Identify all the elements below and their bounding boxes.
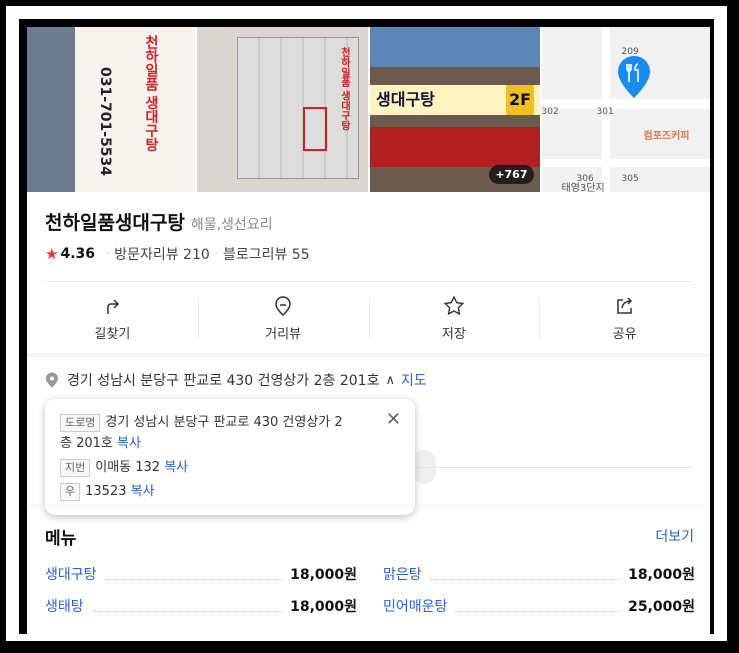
menu-leader <box>455 601 621 612</box>
photo-map-card[interactable]: 천하일품 생대구탕 <box>196 27 370 192</box>
menu-item-price: 18,000원 <box>290 599 357 615</box>
menu-item[interactable]: 생대구탕 18,000원 <box>45 563 357 585</box>
map-apt-label: 태영3단지 <box>561 183 605 192</box>
map-lot-number: 305 <box>621 174 639 184</box>
star-outline-icon <box>443 294 465 315</box>
photo-storefront[interactable]: 생대구탕 2F +767 <box>370 27 542 192</box>
streetview-label: 거리뷰 <box>265 326 302 342</box>
photo-phone-text: 031-701-5534 <box>97 67 113 177</box>
photo-minimap[interactable]: 209 302 301 306 305 컴포즈커피 태영3단지 <box>541 27 710 192</box>
menu-more-link[interactable]: 더보기 <box>655 526 694 546</box>
photo-map-highlight <box>302 107 327 151</box>
menu-item[interactable]: 맑은탕 18,000원 <box>383 563 695 585</box>
photo-edge <box>27 27 75 192</box>
zip-row: 우 13523 복사 <box>60 481 155 502</box>
menu-title: 메뉴 <box>45 529 77 549</box>
menu-item-name: 생태탕 <box>45 599 84 615</box>
jibun-text: 이매동 132 <box>95 460 161 475</box>
photo-map-sign: 천하일품 생대구탕 <box>338 47 350 131</box>
map-road <box>541 159 710 167</box>
jibun-row: 지번 이매동 132 복사 <box>60 457 188 478</box>
copy-road-button[interactable]: 복사 <box>117 436 141 451</box>
photo-banner-text: 생대구탕 2F <box>370 85 540 115</box>
map-link[interactable]: 지도 <box>401 370 427 390</box>
blog-reviews-link[interactable]: 블로그리뷰 55 <box>223 244 310 264</box>
address-text[interactable]: 경기 성남시 분당구 판교로 430 건영상가 2층 201호 <box>67 370 379 390</box>
share-icon <box>616 296 632 314</box>
separator-dot: · <box>106 248 110 260</box>
copy-jibun-button[interactable]: 복사 <box>164 460 188 475</box>
streetview-button[interactable]: 거리뷰 <box>197 287 369 349</box>
address-row: 경기 성남시 분당구 판교로 430 건영상가 2층 201호 ∧ 지도 <box>45 370 427 390</box>
rating-value: 4.36 <box>60 246 95 262</box>
menu-item-price: 18,000원 <box>290 567 357 583</box>
menu-item-price: 25,000원 <box>628 599 695 615</box>
separator-dot: · <box>214 248 218 260</box>
place-name: 천하일품생대구탕 <box>45 212 185 234</box>
rating-row: ★ 4.36 · 방문자리뷰 210 · 블로그리뷰 55 <box>45 244 310 264</box>
streetview-icon <box>275 295 291 316</box>
zip-tag: 우 <box>60 483 81 501</box>
menu-item[interactable]: 민어매운탕 25,000원 <box>383 595 695 617</box>
photo-banner-label: 생대구탕 <box>376 90 435 109</box>
section-gap <box>27 353 710 357</box>
background-line <box>417 467 692 468</box>
save-button[interactable]: 저장 <box>368 287 540 349</box>
address-popup: ✕ 도로명 경기 성남시 분당구 판교로 430 건영상가 2 층 201호 복사… <box>45 399 415 515</box>
photo-paper <box>75 27 195 192</box>
photo-floor-label: 2F <box>505 85 534 115</box>
menu-item[interactable]: 생태탕 18,000원 <box>45 595 357 617</box>
map-lot-number: 302 <box>541 107 559 117</box>
road-address-row-2: 층 201호 복사 <box>60 433 141 454</box>
photo-sky <box>370 27 540 67</box>
directions-icon <box>107 298 120 314</box>
save-label: 저장 <box>441 326 466 342</box>
divider <box>27 505 710 506</box>
road-address-row: 도로명 경기 성남시 분당구 판교로 430 건영상가 2 <box>60 412 343 433</box>
menu-item-name: 맑은탕 <box>383 567 422 583</box>
menu-leader <box>91 601 283 612</box>
directions-label: 길찾기 <box>94 326 131 342</box>
directions-button[interactable]: 길찾기 <box>27 287 198 349</box>
share-button[interactable]: 공유 <box>539 287 710 349</box>
divider <box>45 281 692 282</box>
menu-leader <box>429 569 621 580</box>
share-label: 공유 <box>612 326 637 342</box>
place-category: 해물,생선요리 <box>190 217 273 233</box>
chevron-up-icon[interactable]: ∧ <box>385 373 395 388</box>
menu-item-name: 민어매운탕 <box>383 599 448 615</box>
road-address-tag: 도로명 <box>60 414 101 432</box>
photo-sign-text: 천하일품 생대구탕 <box>143 35 159 152</box>
place-card: 천하일품 생대구탕 031-701-5534 천하일품 생대구탕 생대구탕 2F… <box>27 27 710 634</box>
zip-text: 13523 <box>85 484 127 499</box>
close-icon[interactable]: ✕ <box>386 411 401 429</box>
jibun-tag: 지번 <box>60 459 91 477</box>
photo-business-card[interactable]: 천하일품 생대구탕 031-701-5534 <box>27 27 197 192</box>
action-bar: 길찾기 거리뷰 저장 공유 <box>27 287 710 349</box>
map-cafe-label: 컴포즈커피 <box>643 131 690 142</box>
menu-item-name: 생대구탕 <box>45 567 97 583</box>
menu-item-price: 18,000원 <box>628 567 695 583</box>
visitor-reviews-link[interactable]: 방문자리뷰 210 <box>114 244 210 264</box>
photo-strip[interactable]: 천하일품 생대구탕 031-701-5534 천하일품 생대구탕 생대구탕 2F… <box>27 27 710 192</box>
more-photos-badge[interactable]: +767 <box>489 165 534 184</box>
location-pin-icon <box>46 372 58 388</box>
restaurant-pin-icon <box>617 56 650 98</box>
map-lot-number: 301 <box>596 107 614 117</box>
copy-zip-button[interactable]: 복사 <box>131 484 155 499</box>
menu-leader <box>104 569 283 580</box>
photo-red-sign <box>370 127 540 167</box>
star-icon: ★ <box>45 245 59 263</box>
map-road <box>541 99 710 109</box>
title-row: 천하일품생대구탕 해물,생선요리 <box>45 208 273 235</box>
road-address-line1: 경기 성남시 분당구 판교로 430 건영상가 2 <box>105 415 343 430</box>
road-address-line2: 층 201호 <box>60 436 113 451</box>
